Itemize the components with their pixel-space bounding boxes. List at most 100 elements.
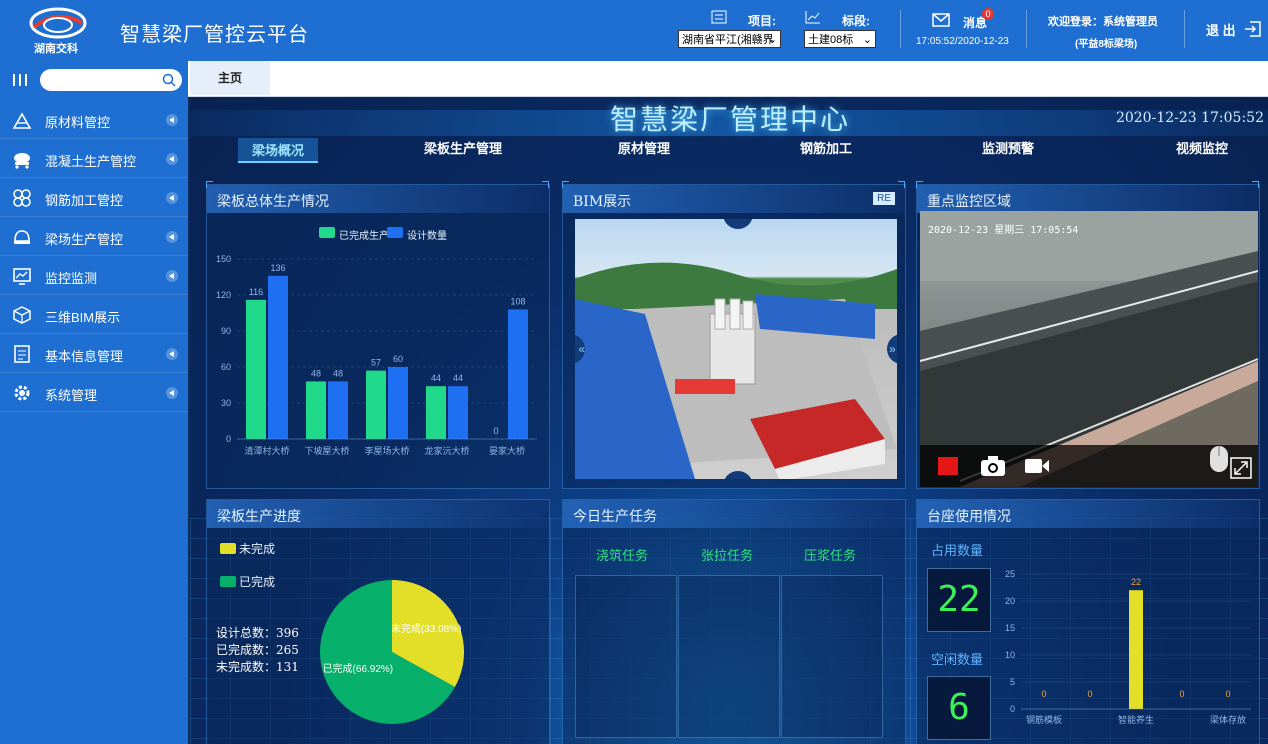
pedestal-panel-title: 台座使用情况 <box>927 509 1011 525</box>
sidebar-item-label: 三维BIM展示 <box>45 310 121 325</box>
video-record-icon[interactable] <box>1024 457 1050 475</box>
project-select[interactable]: 湖南省平江(湘赣界 ⌄ <box>678 30 781 48</box>
sidebar-item-0[interactable]: 原材料管控 <box>0 100 188 139</box>
bar-value-label: 44 <box>453 373 463 383</box>
logout-button[interactable]: 退 出 <box>1206 20 1262 40</box>
expand-arrow-icon[interactable] <box>166 114 178 126</box>
bar-design[interactable] <box>508 309 528 439</box>
expand-arrow-icon[interactable] <box>166 192 178 204</box>
dashboard-title: 智慧梁厂管理中心 <box>609 103 850 136</box>
fullscreen-icon[interactable] <box>1230 457 1252 479</box>
corner-decoration <box>898 181 905 188</box>
bim-viewer[interactable]: ⌃ ⌄ « » <box>575 219 897 479</box>
expand-arrow-icon[interactable] <box>166 231 178 243</box>
monitor-panel-title: 重点监控区域 <box>927 194 1011 210</box>
corner-decoration <box>916 181 923 188</box>
record-button[interactable] <box>938 457 958 475</box>
bar-design[interactable] <box>448 386 468 439</box>
y-tick-label: 150 <box>216 254 231 264</box>
expand-arrow-icon[interactable] <box>166 270 178 282</box>
y-tick-label: 5 <box>1010 677 1015 687</box>
expand-arrow-icon[interactable] <box>166 387 178 399</box>
nav-alerts[interactable]: 监测预警 <box>982 138 1034 157</box>
sidebar: 原材料管控混凝土生产管控钢筋加工管控 梁场生产管控监控监测三维BIM展示 基本信息管… <box>0 61 188 744</box>
search-input[interactable] <box>40 69 182 91</box>
mail-icon[interactable] <box>932 13 950 27</box>
corner-decoration <box>542 181 549 188</box>
bar-design[interactable] <box>388 367 408 439</box>
legend-design-label: 设计数量 <box>407 231 447 242</box>
section-chart-icon <box>805 11 820 24</box>
y-tick-label: 60 <box>221 362 231 372</box>
remaining-count-text: 未完成数：131 <box>216 660 299 674</box>
bim-badge[interactable]: RE <box>873 192 895 205</box>
nav-materials[interactable]: 原材管理 <box>618 138 670 157</box>
cube-3d-icon <box>13 306 31 324</box>
bar-design[interactable] <box>268 275 288 439</box>
y-tick-label: 10 <box>1005 650 1015 660</box>
expand-arrow-icon[interactable] <box>166 348 178 360</box>
nav-production[interactable]: 梁板生产管理 <box>424 138 502 157</box>
snapshot-icon[interactable] <box>980 455 1006 477</box>
nav-overview[interactable]: 梁场概况 <box>238 138 319 163</box>
x-tick-label: 李屋场大桥 <box>364 445 409 456</box>
section-select[interactable]: 土建08标 ⌄ <box>804 30 876 48</box>
bim-prev-button[interactable]: « <box>575 334 585 364</box>
sidebar-item-4[interactable]: 监控监测 <box>0 256 188 295</box>
legend-completed-swatch <box>319 227 335 238</box>
logout-icon <box>1245 21 1261 37</box>
production-bar-chart: 0 30 60 90 120 150 116 136 清潭村大桥 48 48 下坡屋大桥 57 60 李屋场… <box>216 254 537 456</box>
bar-value-label: 22 <box>1131 577 1141 587</box>
chevron-down-icon: ⌄ <box>862 34 872 46</box>
sidebar-item-6[interactable]: 基本信息管理 <box>0 334 188 373</box>
sidebar-item-5[interactable]: 三维BIM展示 <box>0 295 188 334</box>
y-tick-label: 90 <box>221 326 231 336</box>
expand-arrow-icon[interactable] <box>166 153 178 165</box>
rebar-icon <box>13 189 31 207</box>
bar-value-label: 0 <box>1179 689 1184 699</box>
corner-decoration <box>562 181 569 188</box>
sidebar-item-label: 监控监测 <box>45 271 98 286</box>
sidebar-item-2[interactable]: 钢筋加工管控 <box>0 178 188 217</box>
bar-completed[interactable] <box>246 299 266 439</box>
progress-panel: 梁板生产进度 未完成 已完成 设计总数：396 已完成数：265 未完成数：13… <box>206 499 550 744</box>
bar-completed[interactable] <box>306 381 326 439</box>
mouse-icon[interactable] <box>1207 445 1231 473</box>
tab-home[interactable]: 主页 <box>190 61 270 95</box>
sidebar-item-label: 混凝土生产管控 <box>45 154 137 169</box>
sidebar-item-3[interactable]: 梁场生产管控 <box>0 217 188 256</box>
bar-value-label: 108 <box>510 296 525 306</box>
bim-panel: BIM展示 RE ⌃ ⌄ « » <box>562 184 906 489</box>
corner-decoration <box>206 181 213 188</box>
welcome-text: 欢迎登录：系统管理员 <box>1048 16 1158 28</box>
camera-feed[interactable]: 2020-12-23 星期三 17:05:54 <box>920 211 1258 487</box>
nav-rebar[interactable]: 钢筋加工 <box>800 138 852 157</box>
bar-completed[interactable] <box>426 386 446 439</box>
menu-toggle-icon[interactable] <box>12 73 28 87</box>
designed-total-text: 设计总数：396 <box>216 626 299 640</box>
completed-count-text: 已完成数：265 <box>216 643 299 657</box>
progress-panel-title: 梁板生产进度 <box>217 509 301 525</box>
bar-value-label: 48 <box>333 368 343 378</box>
nav-video[interactable]: 视频监控 <box>1176 138 1228 157</box>
sidebar-item-7[interactable]: 系统管理 <box>0 373 188 412</box>
legend-complete-swatch <box>220 576 236 587</box>
bar-value-label: 60 <box>393 354 403 364</box>
legend-incomplete-label: 未完成 <box>239 542 276 556</box>
monitor-chart-icon <box>13 268 31 285</box>
bar-completed[interactable] <box>366 370 386 439</box>
y-tick-label: 120 <box>216 290 231 300</box>
search-icon[interactable] <box>162 73 176 87</box>
pedestal-bar[interactable] <box>1129 590 1143 709</box>
sidebar-item-label: 基本信息管理 <box>45 349 124 364</box>
pie-slice-label: 未完成(33.08%) <box>391 622 462 635</box>
materials-icon <box>12 112 32 129</box>
divider <box>900 10 901 48</box>
bar-design[interactable] <box>328 381 348 439</box>
legend-incomplete-swatch <box>220 543 236 554</box>
bar-value-label: 48 <box>311 368 321 378</box>
bar-value-label: 44 <box>431 373 441 383</box>
corner-decoration <box>1252 181 1259 188</box>
pedestal-bar-chart: 0 5 10 15 20 25 0 钢筋模板 0 22 智能养生 0 0 梁体存放 <box>1005 569 1251 725</box>
sidebar-item-1[interactable]: 混凝土生产管控 <box>0 139 188 178</box>
